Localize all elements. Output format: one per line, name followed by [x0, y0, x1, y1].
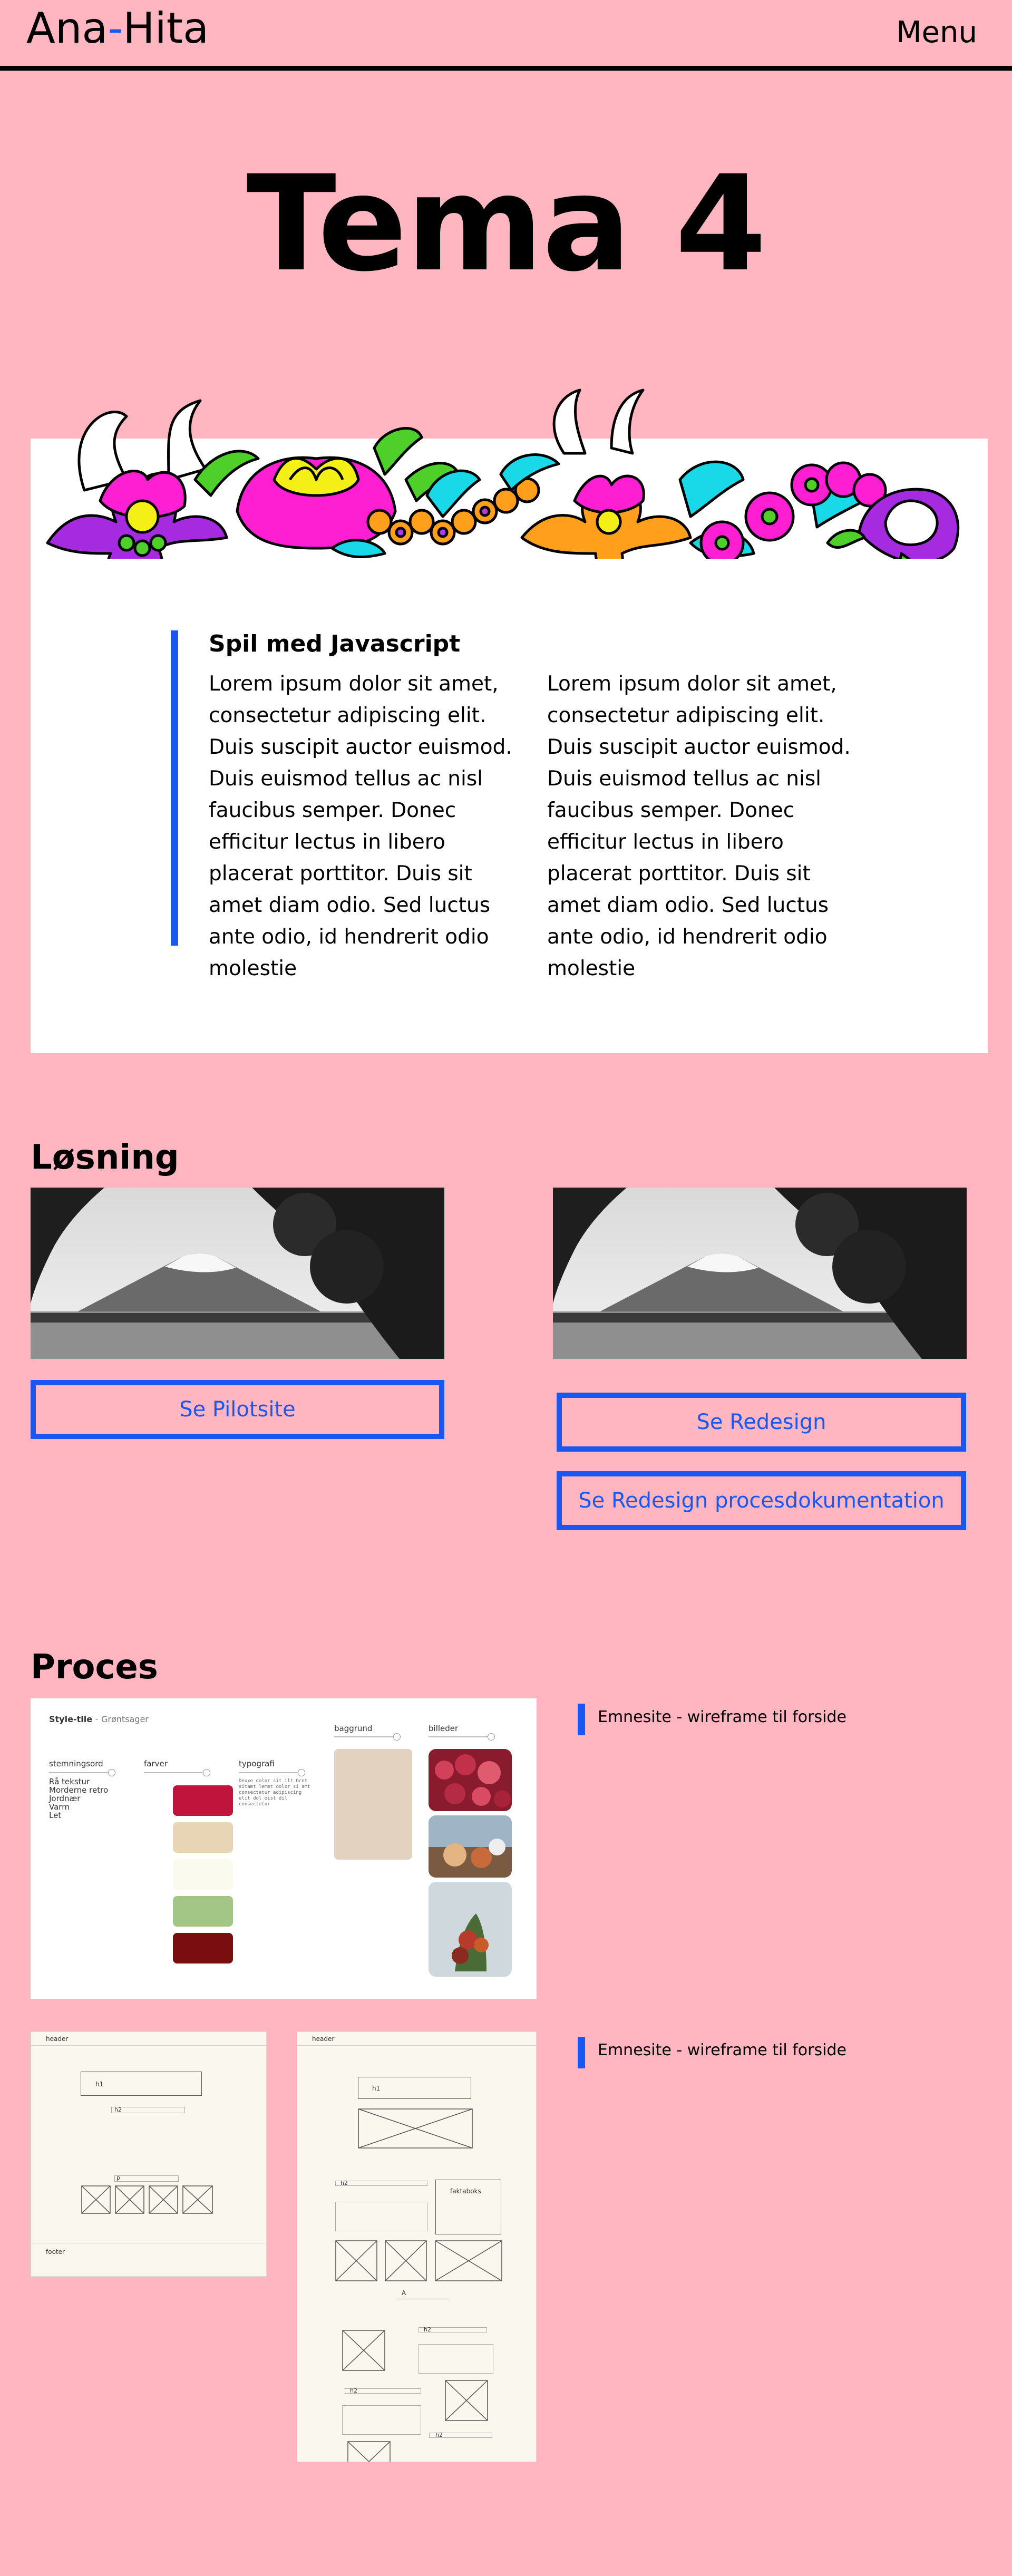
flower-illustration	[46, 388, 960, 559]
article-block: Spil med Javascript Lorem ipsum dolor si…	[171, 630, 856, 980]
background-label: baggrund	[334, 1724, 373, 1733]
view-process-doc-button[interactable]: Se Redesign procesdokumentation	[557, 1471, 966, 1530]
wf2-text-box	[335, 2202, 427, 2231]
process-caption-1: Emnesite - wireframe til forside	[578, 1704, 846, 1735]
mountain-photo-redesign	[553, 1188, 967, 1359]
images-label: billeder	[429, 1724, 459, 1733]
wf2-a-label: A	[402, 2289, 406, 2297]
article-column-2: Lorem ipsum dolor sit amet, consectetur …	[547, 672, 851, 980]
wf-p-box	[114, 2175, 179, 2182]
wf2-header-label: header	[312, 2035, 335, 2043]
process-caption-2: Emnesite - wireframe til forside	[578, 2037, 846, 2068]
wf2-image-b	[445, 2380, 488, 2421]
wf-h2-box	[111, 2107, 185, 2113]
background-slider	[334, 1733, 401, 1741]
menu-button[interactable]: Menu	[896, 18, 977, 47]
color-swatch-green	[173, 1896, 233, 1927]
color-swatch-cream	[173, 1859, 233, 1890]
wf2-image-a	[342, 2330, 385, 2371]
wf2-h2-label-d: h2	[435, 2432, 443, 2438]
wf2-h2-box-a	[335, 2181, 427, 2186]
wf2-hero-image	[358, 2108, 473, 2149]
style-tile-image: Style-tile - Grøntsager stemningsord Rå …	[31, 1698, 537, 1999]
wf-p-label: p	[116, 2174, 120, 2181]
article-column-1: Lorem ipsum dolor sit amet, consectetur …	[209, 672, 512, 980]
wf2-text-box-b	[419, 2344, 493, 2374]
article-heading: Spil med Javascript	[209, 630, 461, 657]
typography-label: typografi	[239, 1759, 275, 1768]
wf2-h1-label: h1	[372, 2085, 381, 2092]
wf-header-label: header	[46, 2035, 69, 2043]
wf2-factbox-label: faktaboks	[450, 2188, 481, 2195]
view-redesign-button[interactable]: Se Redesign	[557, 1393, 966, 1452]
mood-words: Rå tekstur Morderne retro Jordnær Varm L…	[49, 1777, 109, 1820]
wf-h1-label: h1	[95, 2081, 104, 2088]
wf-footer-label: footer	[46, 2248, 65, 2256]
colors-slider	[144, 1769, 210, 1776]
image-thumb-berries	[429, 1749, 512, 1811]
image-thumb-market	[429, 1815, 512, 1878]
wf2-image-row	[335, 2240, 502, 2281]
colors-label: farver	[144, 1759, 168, 1768]
wf-h2-label: h2	[114, 2106, 122, 2113]
images-slider	[429, 1733, 495, 1741]
typography-slider	[239, 1769, 305, 1776]
background-texture	[334, 1749, 412, 1860]
wf-image-row	[81, 2185, 213, 2214]
typography-sample: Deuxe dolor sit ilt Ornt sitamt lemmt do…	[239, 1778, 310, 1807]
mood-label: stemningsord	[49, 1759, 103, 1768]
style-tile-title: Style-tile - Grøntsager	[49, 1714, 149, 1724]
wf2-image-c	[347, 2441, 391, 2462]
color-swatch-beige	[173, 1822, 233, 1853]
process-section-title: Proces	[31, 1648, 158, 1687]
mood-slider	[49, 1769, 115, 1776]
solution-section-title: Løsning	[31, 1138, 179, 1177]
color-swatch-darkred	[173, 1933, 233, 1963]
page-title: Tema 4	[246, 147, 766, 300]
wireframe-small-image: header h1 h2 p footer	[31, 2031, 267, 2277]
wf2-text-box-c	[342, 2405, 421, 2435]
site-logo[interactable]: Ana-Hita	[26, 7, 209, 50]
site-header: Ana-Hita Menu	[0, 0, 1012, 71]
image-thumb-vegetables	[429, 1882, 512, 1977]
wireframe-tall-image: header h1 h2 faktaboks A h2 h2 h2 h2	[297, 2031, 537, 2462]
mountain-photo-pilot	[31, 1188, 444, 1359]
wf2-h2-label-b: h2	[424, 2326, 431, 2333]
color-swatch-red	[173, 1785, 233, 1816]
wf2-h2-label-a: h2	[340, 2180, 348, 2186]
wf2-h2-label-c: h2	[350, 2387, 357, 2394]
view-pilot-button[interactable]: Se Pilotsite	[31, 1380, 444, 1439]
